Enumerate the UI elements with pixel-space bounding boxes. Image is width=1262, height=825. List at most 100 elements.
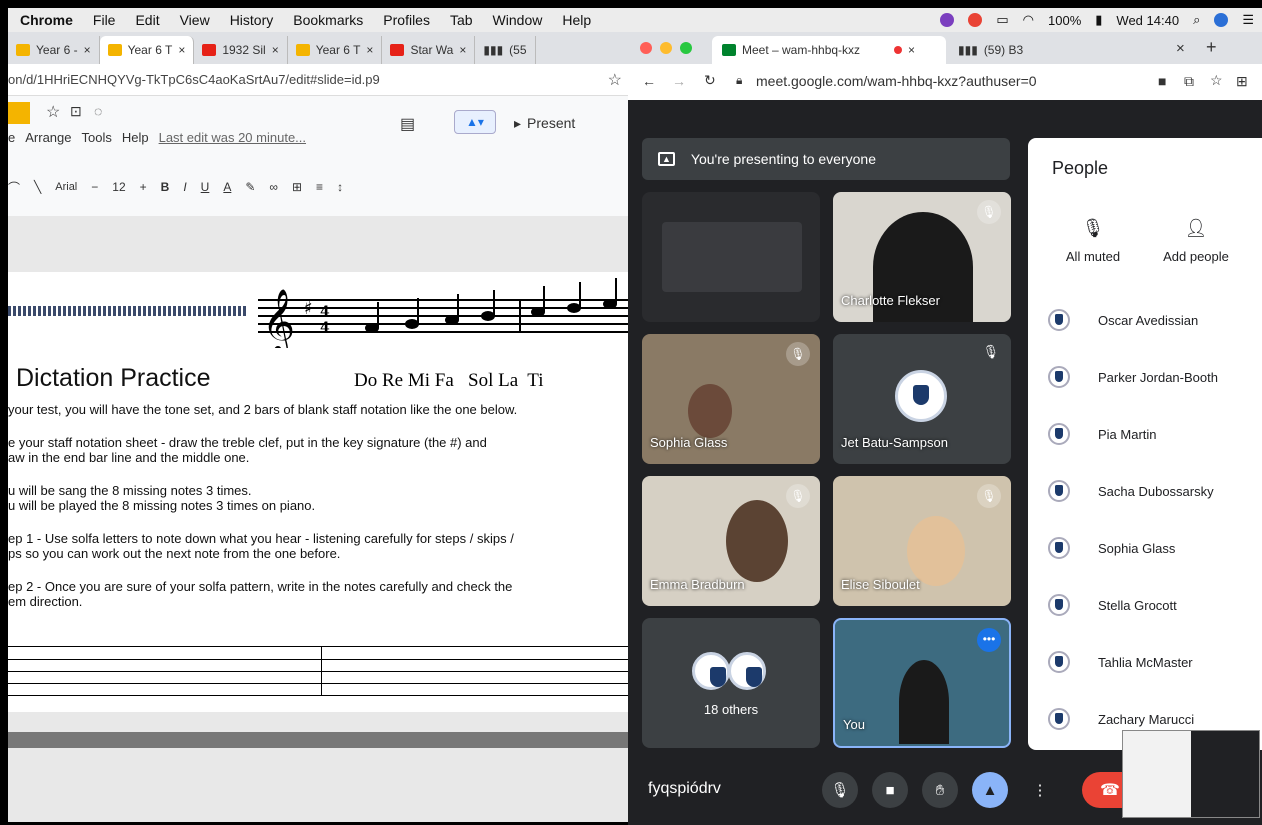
tile-jet-batu-sampson[interactable]: 🎙︎ Jet Batu-Sampson (833, 334, 1011, 464)
menu-file[interactable]: File (83, 12, 126, 28)
menu-edit[interactable]: Edit (125, 12, 169, 28)
close-icon[interactable]: × (84, 43, 91, 57)
line-icon[interactable]: ╲ (34, 180, 41, 194)
lock-icon[interactable]: 🔒︎ (736, 73, 742, 88)
close-icon[interactable]: × (1176, 40, 1185, 57)
tile-sophia-glass[interactable]: 🎙︎ Sophia Glass (642, 334, 820, 464)
window-zoom-button[interactable] (680, 42, 692, 54)
url-text[interactable]: on/d/1HHriECNHQYVg-TkTpC6sC4aoKaSrtAu7/e… (8, 72, 380, 87)
window-close-button[interactable] (640, 42, 652, 54)
font-family-select[interactable]: Arial (55, 181, 77, 193)
microphone-button[interactable]: 🎙︎ (822, 772, 858, 808)
menu-help[interactable]: Help (122, 130, 149, 145)
camera-icon[interactable]: ■ (1158, 73, 1166, 89)
more-options-icon[interactable]: ••• (977, 628, 1001, 652)
tile-emma-bradburn[interactable]: 🎙︎ Emma Bradburn (642, 476, 820, 606)
spotlight-search-icon[interactable]: ⌕ (1193, 12, 1200, 28)
tab-b3[interactable]: ▮▮▮ (59) B3 (958, 36, 1023, 64)
tile-elise-siboulet[interactable]: 🎙︎ Elise Siboulet (833, 476, 1011, 606)
menu-insert-partial[interactable]: e (8, 130, 15, 145)
open-external-icon[interactable]: ⧉ (1184, 73, 1194, 90)
participant-row[interactable]: Stella Grocott (1048, 585, 1262, 625)
clock[interactable]: Wed 14:40 (1116, 13, 1179, 28)
new-tab-icon[interactable]: + (1206, 37, 1217, 58)
present-button[interactable]: ▸ Present (514, 110, 575, 136)
tile-you[interactable]: ••• You (833, 618, 1011, 748)
tab-year6-active[interactable]: Year 6 T × (99, 36, 195, 64)
participant-row[interactable]: Oscar Avedissian (1048, 300, 1262, 340)
menu-tab[interactable]: Tab (440, 12, 483, 28)
tab-bars[interactable]: ▮▮▮ (55 (475, 36, 536, 64)
camera-button[interactable]: ■ (872, 772, 908, 808)
participant-row[interactable]: Tahlia McMaster (1048, 642, 1262, 682)
close-icon[interactable]: × (366, 43, 373, 57)
font-size-field[interactable]: 12 (112, 180, 125, 194)
line-spacing-icon[interactable]: ↕ (337, 180, 343, 194)
bookmark-star-icon[interactable]: ☆ (608, 70, 622, 90)
control-center-icon[interactable]: ☰ (1242, 12, 1254, 28)
battery-icon[interactable]: ▮ (1095, 12, 1102, 28)
tile-presentation[interactable] (642, 192, 820, 322)
menu-window[interactable]: Window (483, 12, 553, 28)
present-to-meet-button[interactable]: ▲▾ (454, 110, 496, 134)
italic-icon[interactable]: I (183, 180, 186, 194)
link-icon[interactable]: ∞ (269, 180, 278, 194)
tile-charlotte-flekser[interactable]: 🎙︎ Charlotte Flekser (833, 192, 1011, 322)
slides-logo-icon[interactable] (8, 102, 30, 124)
text-color-icon[interactable]: A (223, 180, 231, 194)
screen-mirror-icon[interactable]: ▭ (996, 12, 1008, 28)
more-options-button[interactable]: ⋮ (1022, 772, 1058, 808)
mute-all-button[interactable]: 🎙︎ All muted (1058, 218, 1128, 264)
url-text[interactable]: meet.google.com/wam-hhbq-kxz?authuser=0 (756, 73, 1037, 89)
bookmark-star-icon[interactable]: ☆ (1210, 72, 1223, 89)
tab-youtube-1932[interactable]: 1932 Sil × (194, 36, 288, 64)
wifi-icon[interactable]: ◠ (1023, 12, 1034, 28)
speaker-notes-icon[interactable]: ▤ (400, 114, 415, 134)
tab-meet[interactable]: Meet – wam-hhbq-kxz × (712, 36, 946, 64)
bold-icon[interactable]: B (161, 180, 170, 194)
tile-others[interactable]: 18 others (642, 618, 820, 748)
extensions-icon[interactable]: ⊞ (1236, 73, 1248, 90)
menu-profiles[interactable]: Profiles (373, 12, 440, 28)
highlight-icon[interactable]: ✎ (245, 180, 255, 194)
underline-icon[interactable]: U (201, 180, 210, 194)
participant-row[interactable]: Sophia Glass (1048, 528, 1262, 568)
menu-bookmarks[interactable]: Bookmarks (283, 12, 373, 28)
left-address-bar[interactable]: on/d/1HHriECNHQYVg-TkTpC6sC4aoKaSrtAu7/e… (8, 64, 628, 96)
last-edit-link[interactable]: Last edit was 20 minute... (159, 130, 306, 145)
status-app-icon[interactable] (940, 13, 955, 27)
tab-year6-a[interactable]: Year 6 - × (8, 36, 100, 64)
close-icon[interactable]: × (272, 43, 279, 57)
cloud-status-icon[interactable]: ◌ (94, 103, 102, 119)
siri-icon[interactable] (1214, 13, 1229, 27)
shape-icon[interactable]: ⌒ (8, 179, 20, 196)
present-now-button[interactable]: ▲ (972, 772, 1008, 808)
raise-hand-button[interactable]: ✋︎ (922, 772, 958, 808)
menu-help[interactable]: Help (552, 12, 601, 28)
star-icon[interactable]: ☆ (46, 102, 60, 122)
menu-view[interactable]: View (170, 12, 220, 28)
move-folder-icon[interactable]: ⊡ (70, 103, 82, 120)
increase-font-icon[interactable]: + (140, 180, 147, 194)
menu-tools[interactable]: Tools (81, 130, 111, 145)
comment-icon[interactable]: ⊞ (292, 180, 302, 194)
window-minimize-button[interactable] (660, 42, 672, 54)
tab-youtube-starwars[interactable]: Star Wa × (382, 36, 476, 64)
menu-history[interactable]: History (220, 12, 284, 28)
tab-year6-b[interactable]: Year 6 T × (288, 36, 383, 64)
close-icon[interactable]: × (459, 43, 466, 57)
screen-share-preview[interactable] (1122, 730, 1260, 818)
close-icon[interactable]: × (908, 43, 915, 57)
participant-row[interactable]: Parker Jordan-Booth (1048, 357, 1262, 397)
back-icon[interactable]: ← (642, 73, 656, 89)
decrease-font-icon[interactable]: − (91, 180, 98, 194)
reload-icon[interactable]: ↻ (704, 72, 716, 89)
add-people-button[interactable]: 👤︎ Add people (1156, 218, 1236, 264)
align-icon[interactable]: ≡ (316, 180, 323, 194)
close-icon[interactable]: × (178, 43, 185, 57)
participant-row[interactable]: Pia Martin (1048, 414, 1262, 454)
participant-row[interactable]: Sacha Dubossarsky (1048, 471, 1262, 511)
menu-app-chrome[interactable]: Chrome (8, 12, 83, 28)
menu-arrange[interactable]: Arrange (25, 130, 71, 145)
forward-icon[interactable]: → (672, 73, 686, 89)
